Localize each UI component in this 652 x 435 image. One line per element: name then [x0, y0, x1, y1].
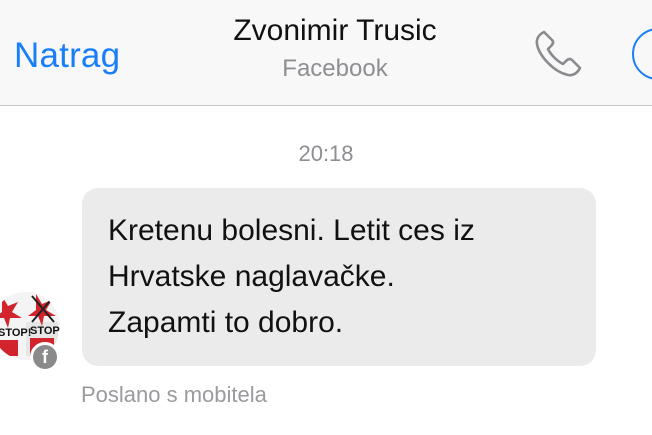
conversation-title[interactable]: Zvonimir Trusic Facebook [180, 12, 490, 86]
back-button[interactable]: Natrag [14, 36, 120, 76]
messenger-screen: Natrag Zvonimir Trusic Facebook 20:18 ST… [0, 0, 652, 435]
message-line: Kretenu bolesni. Letit ces iz [108, 214, 475, 247]
message-bubble[interactable]: Kretenu bolesni. Letit ces iz Hrvatske n… [82, 188, 596, 366]
phone-icon[interactable] [530, 26, 586, 82]
message-line: Hrvatske naglavačke. [108, 260, 395, 293]
message-timestamp: 20:18 [298, 141, 354, 166]
facebook-badge-icon: f [30, 342, 60, 372]
info-icon[interactable] [632, 28, 652, 80]
message-line: Zapamti to dobro. [108, 306, 344, 339]
nav-bar: Natrag Zvonimir Trusic Facebook [0, 0, 652, 106]
avatar-stop-text-left: STOP! [0, 327, 31, 339]
sent-from-label: Poslano s mobitela [81, 382, 267, 407]
contact-source: Facebook [282, 55, 388, 82]
avatar-stop-text-right: STOP! [30, 325, 60, 337]
contact-name: Zvonimir Trusic [233, 14, 437, 47]
